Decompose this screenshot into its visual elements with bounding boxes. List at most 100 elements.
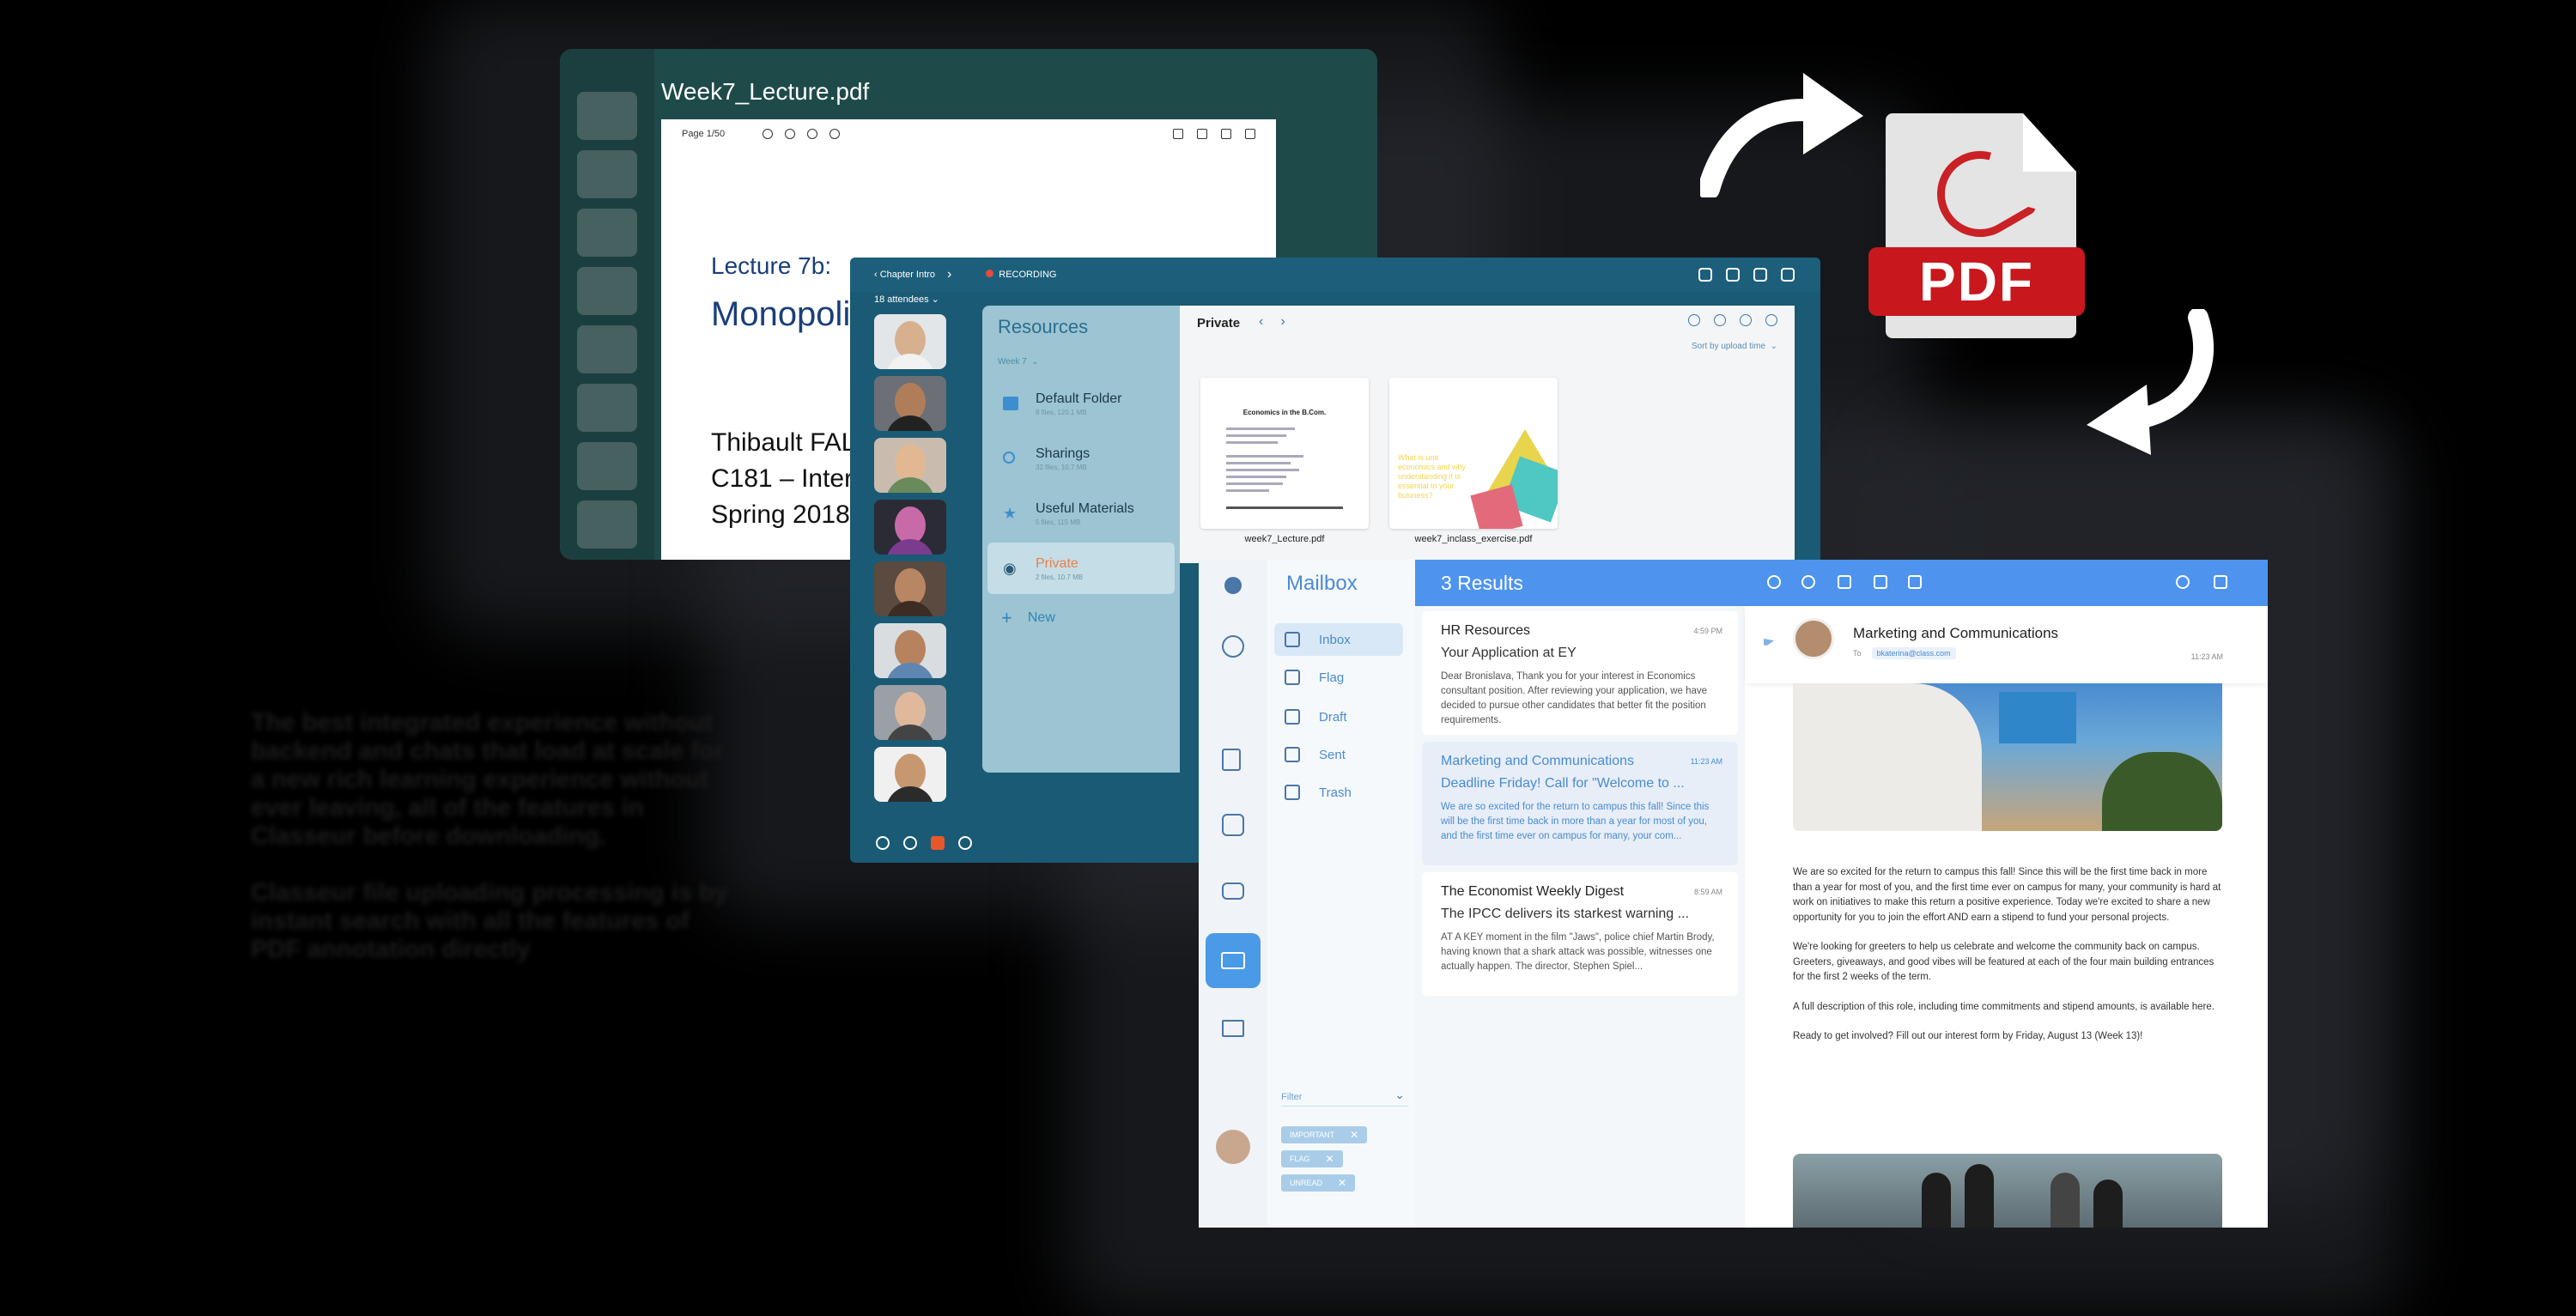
message-item[interactable]: The Economist Weekly Digest 8:59 AM The …	[1422, 872, 1738, 996]
note-icon[interactable]	[1781, 268, 1795, 282]
avatar[interactable]	[874, 376, 946, 431]
print-icon[interactable]	[829, 129, 841, 139]
message-item[interactable]: Marketing and Communications 11:23 AM De…	[1422, 742, 1738, 865]
attendee-thumbnail[interactable]	[577, 384, 637, 432]
tag-label: FLAG	[1290, 1155, 1310, 1163]
page-indicator[interactable]: Page 1/50	[682, 129, 725, 139]
mail-nav-button[interactable]	[1206, 933, 1261, 988]
avatar[interactable]	[874, 561, 946, 616]
remove-tag-icon[interactable]: ✕	[1350, 1129, 1358, 1141]
flag-icon[interactable]	[1908, 575, 1922, 589]
upload-icon[interactable]	[1714, 314, 1726, 326]
expand-icon[interactable]	[1245, 129, 1255, 139]
attendee-thumbnail[interactable]	[577, 442, 637, 490]
attendee-thumbnail[interactable]	[577, 500, 637, 549]
avatar[interactable]	[874, 747, 946, 802]
folder-draft[interactable]: Draft	[1274, 700, 1403, 733]
reply-icon[interactable]	[1767, 575, 1781, 589]
file-card[interactable]: BASICS OF UNIT ECONOMICS. PART 1 What is…	[1389, 378, 1558, 546]
remove-tag-icon[interactable]: ✕	[1326, 1153, 1334, 1165]
chat-icon[interactable]	[1698, 268, 1712, 282]
folder-flag[interactable]: Flag	[1274, 661, 1403, 694]
comment-icon[interactable]	[807, 129, 818, 139]
resource-item-useful-materials[interactable]: ★ Useful Materials 5 files, 115 MB	[987, 488, 1175, 539]
forward-icon[interactable]: ›	[1280, 314, 1302, 329]
filter-tag-important[interactable]: IMPORTANT ✕	[1281, 1126, 1368, 1143]
leave-icon[interactable]	[958, 836, 972, 850]
resource-item-sharings[interactable]: Sharings 32 files, 10.7 MB	[987, 433, 1175, 484]
recipient-chip[interactable]: bkaterina@class.com	[1871, 647, 1956, 659]
message-subject: Your Application at EY	[1441, 646, 1577, 660]
sort-select[interactable]: Sort by upload time ⌄	[1692, 342, 1777, 351]
avatar[interactable]	[874, 438, 946, 493]
avatar[interactable]	[874, 623, 946, 678]
remove-tag-icon[interactable]: ✕	[1338, 1177, 1346, 1189]
breadcrumb[interactable]: Chapter Intro	[880, 270, 935, 280]
avatar[interactable]	[874, 500, 946, 555]
file-card[interactable]: Economics in the B.Com. week7_Lecture.pd…	[1200, 378, 1369, 546]
attendee-thumbnail[interactable]	[577, 267, 637, 315]
camera-icon[interactable]	[876, 836, 890, 850]
week-select[interactable]: Week 7 ⌄	[998, 357, 1039, 367]
filter-tag-flag[interactable]: FLAG ✕	[1281, 1150, 1343, 1167]
more-icon[interactable]	[1740, 314, 1752, 326]
search-icon[interactable]	[1222, 635, 1244, 658]
attendee-thumbnail[interactable]	[577, 209, 637, 257]
folder-trash[interactable]: Trash	[1274, 776, 1403, 809]
screen-share-icon[interactable]	[931, 836, 945, 850]
app-logo-icon	[1224, 577, 1242, 594]
private-folder-panel: Private ‹› Sort by upload time ⌄ Economi…	[1180, 306, 1795, 563]
flag-icon[interactable]	[1764, 639, 1774, 646]
attendee-thumbnail[interactable]	[577, 150, 637, 198]
reading-sender: Marketing and Communications	[1853, 625, 2059, 641]
share-icon[interactable]	[1197, 129, 1207, 139]
play-icon[interactable]	[1222, 749, 1241, 771]
file-thumbnail: BASICS OF UNIT ECONOMICS. PART 1 What is…	[1389, 378, 1558, 529]
attendee-thumbnail[interactable]	[577, 92, 637, 140]
filter-select[interactable]: Filter	[1281, 1088, 1408, 1107]
mail-folders: Mailbox Inbox Flag Draft Sent Trash Filt…	[1267, 560, 1415, 1228]
avatar[interactable]	[874, 314, 946, 369]
zoom-in-icon[interactable]	[785, 129, 796, 139]
filter-tag-unread[interactable]: UNREAD ✕	[1281, 1174, 1356, 1192]
attendee-list	[874, 314, 946, 809]
new-resource-button[interactable]: + New	[1001, 604, 1055, 628]
settings-sliders-icon[interactable]	[1222, 1020, 1244, 1037]
zoom-out-icon[interactable]	[762, 129, 774, 139]
send-icon	[1285, 747, 1300, 762]
microphone-icon[interactable]	[903, 836, 917, 850]
file-thumbnail: Economics in the B.Com.	[1200, 378, 1369, 529]
trash-icon[interactable]	[1874, 575, 1887, 589]
search-icon[interactable]	[2176, 575, 2190, 589]
attendee-thumbnail[interactable]	[577, 325, 637, 373]
resources-panel: Resources Week 7 ⌄ Default Folder 8 file…	[982, 306, 1180, 773]
monitor-icon[interactable]	[1222, 882, 1244, 900]
back-icon[interactable]: ‹	[1259, 314, 1280, 329]
file-name: week7_inclass_exercise.pdf	[1414, 534, 1533, 544]
avatar[interactable]	[874, 685, 946, 740]
folder-sent[interactable]: Sent	[1274, 738, 1403, 771]
message-sender: HR Resources	[1441, 623, 1531, 638]
dashboard-icon[interactable]	[1222, 814, 1244, 836]
forward-icon[interactable]	[1801, 575, 1815, 589]
folder-nav[interactable]: ‹›	[1259, 314, 1303, 330]
lecture-label: Lecture 7b:	[711, 252, 832, 279]
folder-inbox[interactable]: Inbox	[1274, 623, 1403, 656]
user-avatar[interactable]	[1216, 1130, 1250, 1164]
attendee-count[interactable]: 18 attendees ⌄	[874, 294, 939, 305]
search-icon[interactable]	[1173, 129, 1183, 139]
archive-icon[interactable]	[1838, 575, 1851, 589]
more-icon[interactable]	[1221, 129, 1231, 139]
list-icon[interactable]	[1753, 268, 1767, 282]
forward-chevron-icon[interactable]: ›	[947, 267, 951, 282]
resource-item-private[interactable]: ◉ Private 2 files, 10.7 MB	[987, 543, 1175, 594]
lecture-term: Spring 2018	[711, 500, 850, 529]
document-icon[interactable]	[1726, 268, 1740, 282]
message-item[interactable]: HR Resources 4:59 PM Your Application at…	[1422, 611, 1738, 735]
back-chevron-icon[interactable]: ‹	[874, 270, 880, 280]
search-icon[interactable]	[1688, 314, 1700, 326]
expand-icon[interactable]	[1765, 314, 1777, 326]
resource-item-default-folder[interactable]: Default Folder 8 files, 120.1 MB	[987, 378, 1175, 429]
compose-icon[interactable]	[2214, 575, 2227, 589]
mail-window: Mailbox Inbox Flag Draft Sent Trash Filt…	[1199, 560, 2268, 1228]
